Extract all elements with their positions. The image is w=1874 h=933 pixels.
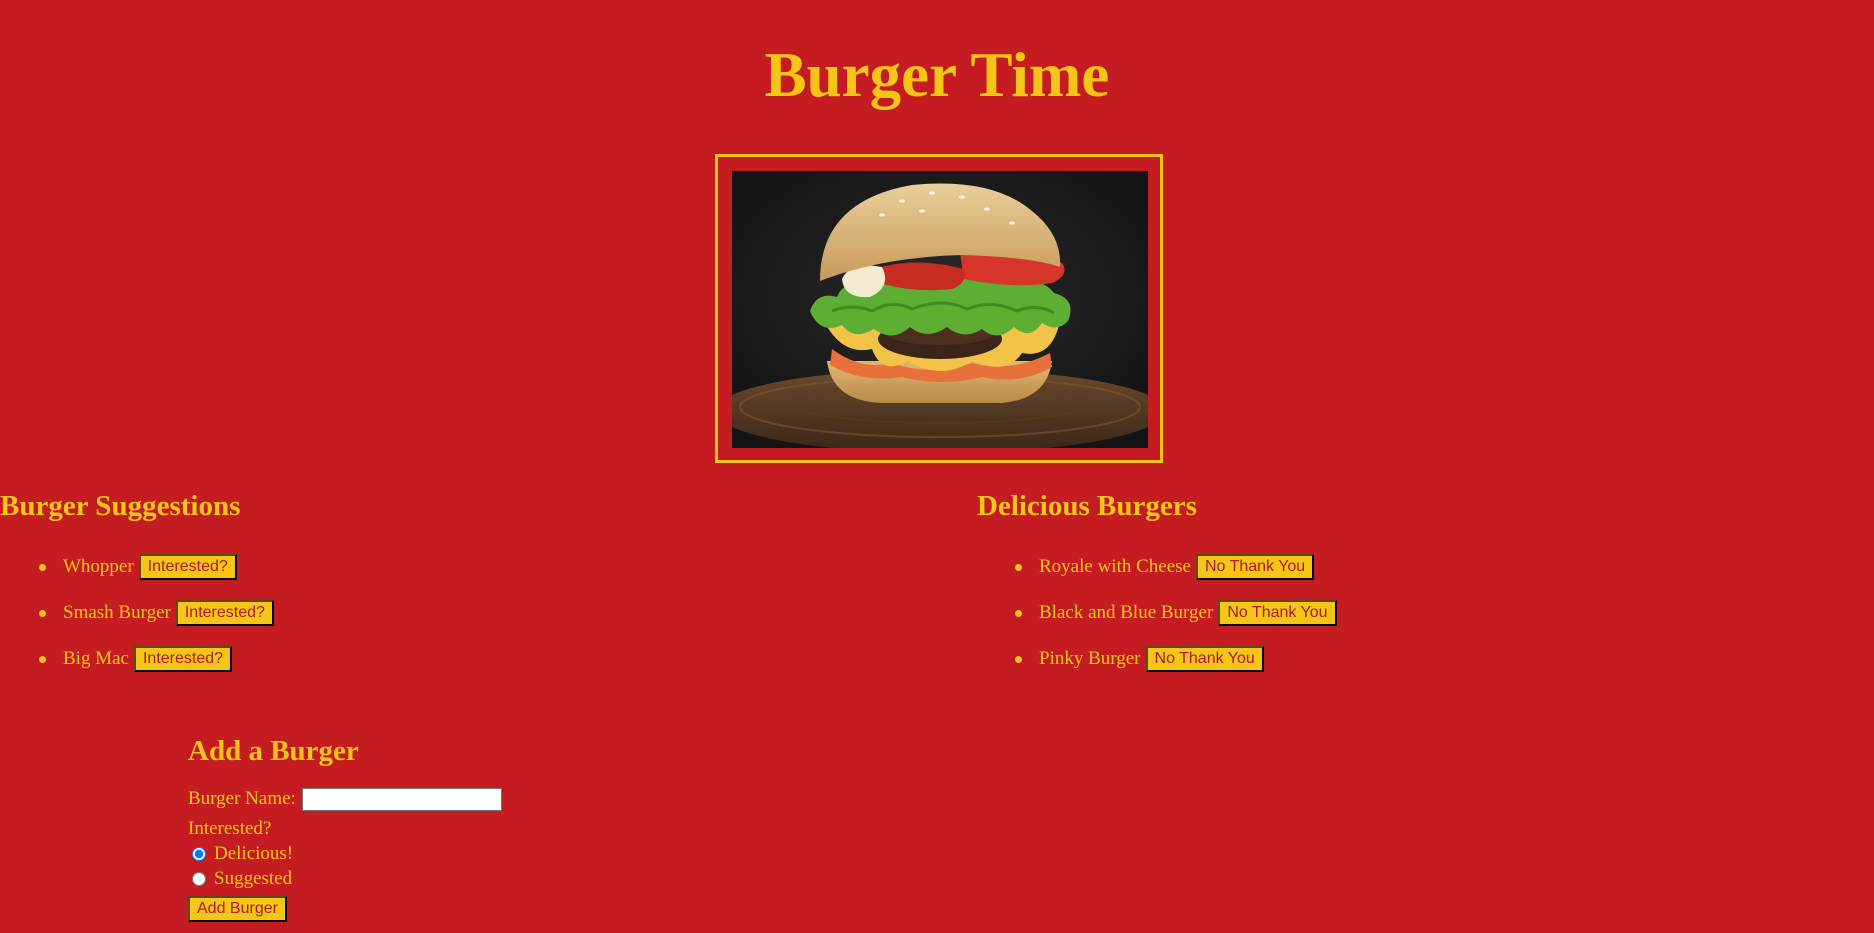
burger-photo: [732, 171, 1148, 448]
page-title: Burger Time: [764, 40, 1110, 110]
suggestions-list: Whopper Interested? Smash Burger Interes…: [39, 544, 274, 682]
bullet-icon: [1015, 563, 1022, 571]
bullet-icon: [39, 563, 46, 571]
suggestions-heading: Burger Suggestions: [0, 490, 241, 522]
list-item: Smash Burger Interested?: [39, 590, 274, 636]
burger-name: Royale with Cheese: [1039, 556, 1191, 577]
suggested-radio-label: Suggested: [214, 868, 293, 889]
burger-name: Pinky Burger: [1039, 648, 1141, 669]
list-item: Big Mac Interested?: [39, 636, 274, 682]
interested-label: Interested?: [188, 818, 272, 839]
no-thank-you-button[interactable]: No Thank You: [1218, 600, 1337, 626]
burger-name: Black and Blue Burger: [1039, 602, 1214, 623]
radio-option-suggested: Suggested: [188, 866, 588, 891]
bullet-icon: [39, 609, 46, 617]
interested-button[interactable]: Interested?: [138, 554, 237, 580]
list-item: Whopper Interested?: [39, 544, 274, 590]
list-item: Black and Blue Burger No Thank You: [1015, 590, 1337, 636]
burger-name-label: Burger Name:: [188, 788, 296, 809]
no-thank-you-button[interactable]: No Thank You: [1145, 646, 1264, 672]
bullet-icon: [1015, 609, 1022, 617]
suggested-radio[interactable]: [192, 871, 206, 886]
burger-name: Smash Burger: [63, 602, 171, 623]
delicious-radio[interactable]: [192, 846, 206, 861]
add-burger-button[interactable]: Add Burger: [188, 896, 287, 922]
list-item: Royale with Cheese No Thank You: [1015, 544, 1337, 590]
name-row: Burger Name:: [188, 787, 588, 811]
delicious-heading: Delicious Burgers: [977, 490, 1197, 522]
list-item: Pinky Burger No Thank You: [1015, 636, 1337, 682]
form-heading: Add a Burger: [188, 735, 359, 767]
interested-button[interactable]: Interested?: [133, 646, 233, 672]
hero-image-frame: [715, 154, 1163, 463]
no-thank-you-button[interactable]: No Thank You: [1195, 554, 1315, 580]
add-burger-form: Add a Burger Burger Name: Interested? De…: [188, 734, 588, 922]
interested-button[interactable]: Interested?: [175, 600, 274, 626]
burger-name: Big Mac: [63, 648, 129, 669]
bullet-icon: [39, 655, 46, 663]
radio-option-delicious: Delicious!: [188, 841, 588, 866]
delicious-list: Royale with Cheese No Thank You Black an…: [1015, 544, 1337, 682]
bullet-icon: [1015, 655, 1022, 663]
burger-name: Whopper: [63, 556, 134, 577]
delicious-radio-label: Delicious!: [214, 843, 294, 864]
burger-name-input[interactable]: [301, 787, 502, 811]
